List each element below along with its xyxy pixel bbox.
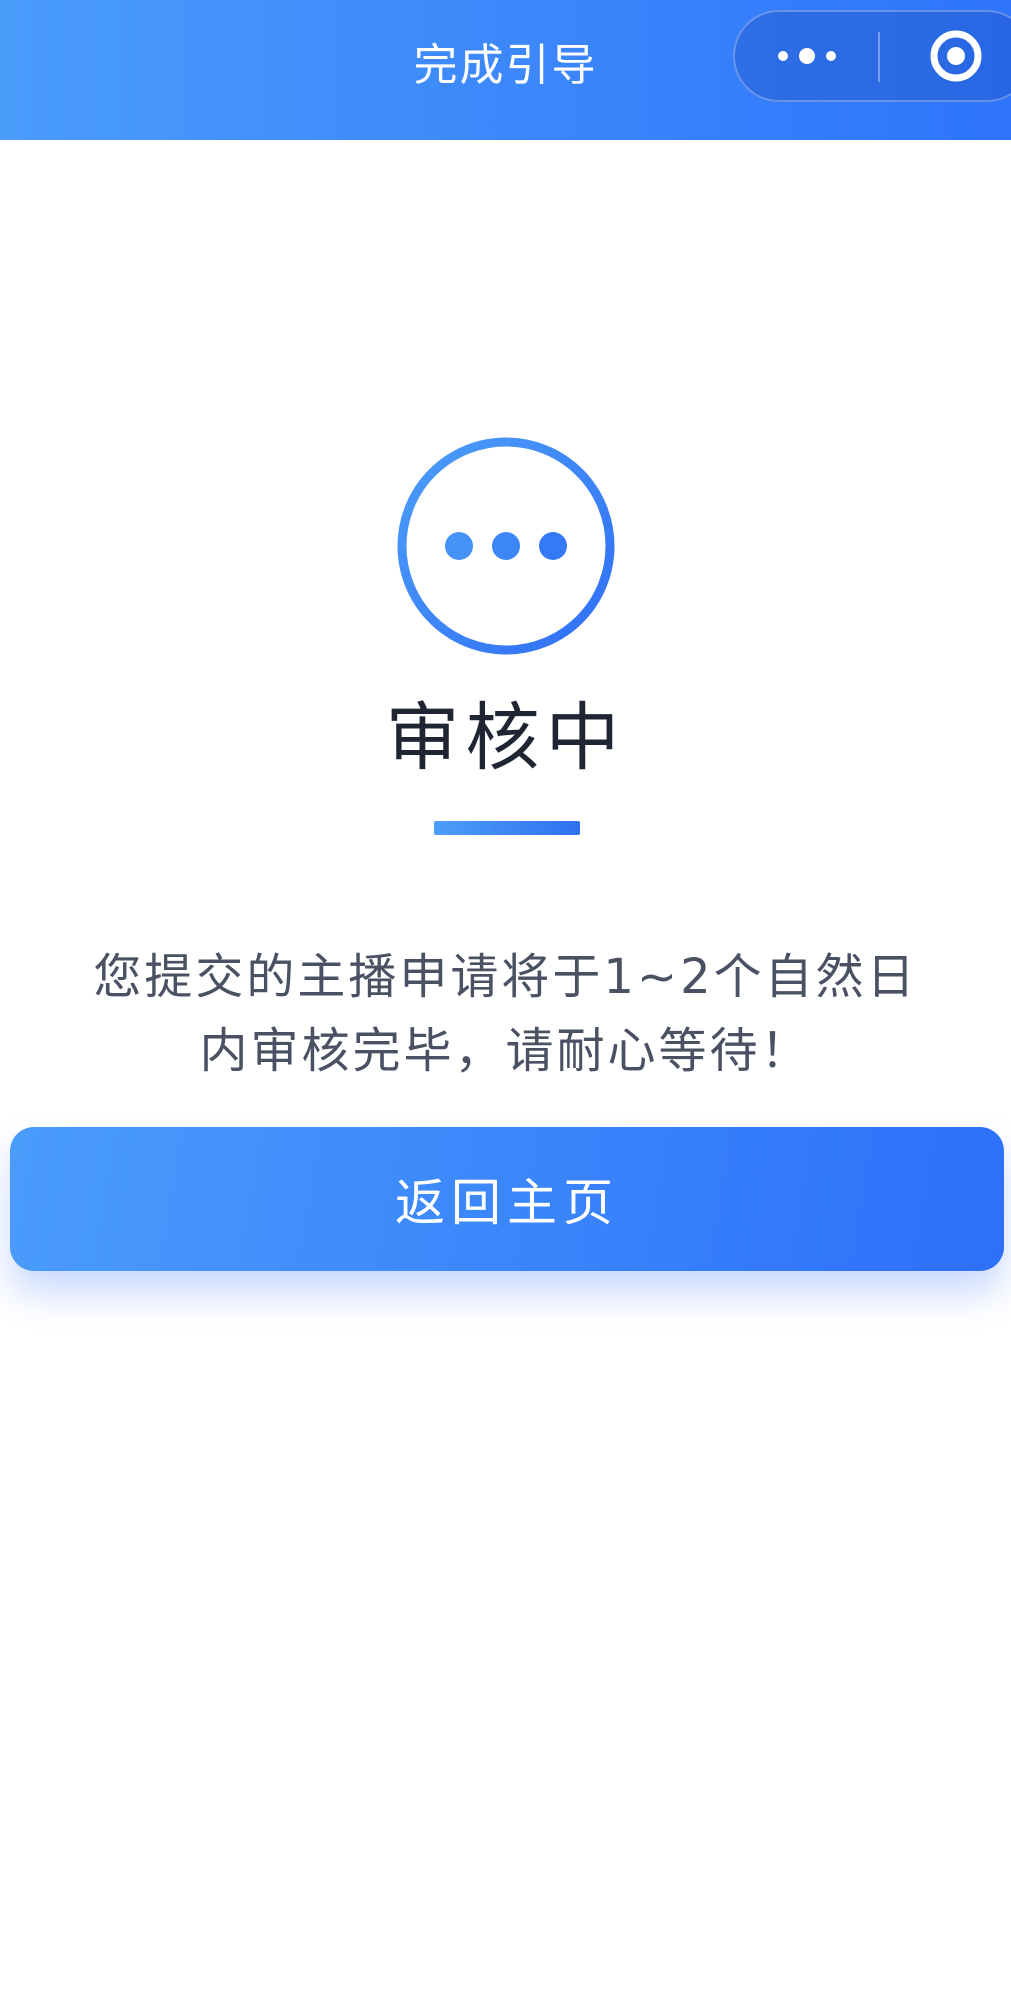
mini-program-capsule [733, 10, 1011, 102]
close-button[interactable] [881, 12, 1011, 100]
title-underline [434, 821, 580, 835]
capsule-divider [878, 32, 880, 82]
status-title: 审核中 [385, 695, 626, 781]
target-close-icon [930, 30, 982, 82]
navigation-bar: 完成引导 [0, 0, 1011, 140]
return-home-button[interactable]: 返回主页 [10, 1127, 1004, 1271]
more-dots-icon [778, 48, 836, 64]
pending-dots-icon [397, 437, 615, 655]
more-button[interactable] [735, 12, 879, 100]
status-message: 您提交的主播申请将于1~2个自然日内审核完毕，请耐心等待！ [93, 949, 918, 1079]
